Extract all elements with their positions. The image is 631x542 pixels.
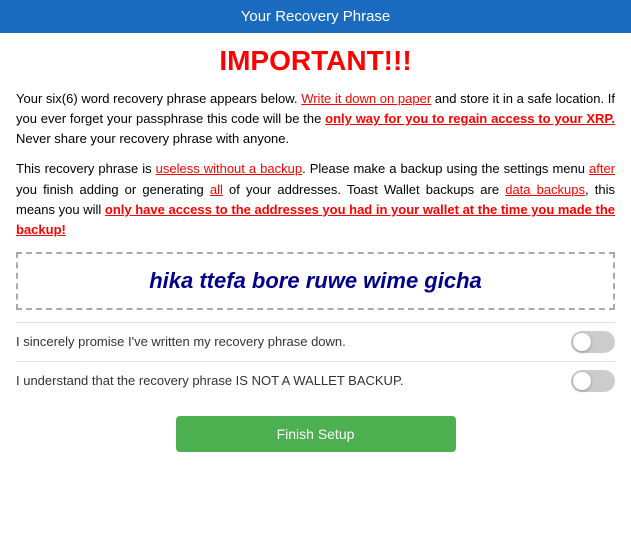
toggle2-switch[interactable]: [571, 370, 615, 392]
para1-text1: Your six(6) word recovery phrase appears…: [16, 91, 301, 106]
finish-button-wrap: Finish Setup: [16, 416, 615, 452]
para2-link2: after: [589, 161, 615, 176]
para2-text2: . Please make a backup using the setting…: [302, 161, 589, 176]
para2-link3: all: [210, 182, 223, 197]
para1-link2: only way for you to regain access to you…: [325, 111, 615, 126]
para2-link5: only have access to the addresses you ha…: [16, 202, 615, 237]
para2-text1: This recovery phrase is: [16, 161, 156, 176]
para2-text4: of your addresses. Toast Wallet backups …: [223, 182, 505, 197]
toggle1-switch[interactable]: [571, 331, 615, 353]
para2-link1: useless without a backup: [156, 161, 302, 176]
important-title: IMPORTANT!!!: [16, 45, 615, 77]
header-title: Your Recovery Phrase: [241, 8, 391, 25]
para1-link1: Write it down on paper: [301, 91, 431, 106]
toggle1-label: I sincerely promise I've written my reco…: [16, 334, 561, 349]
paragraph-1: Your six(6) word recovery phrase appears…: [16, 89, 615, 149]
recovery-phrase-box: hika ttefa bore ruwe wime gicha: [16, 252, 615, 310]
paragraph-2: This recovery phrase is useless without …: [16, 159, 615, 240]
para2-text3: you finish adding or generating: [16, 182, 210, 197]
para2-link4: data backups: [505, 182, 585, 197]
toggle2-label: I understand that the recovery phrase IS…: [16, 373, 561, 388]
toggle-row-1: I sincerely promise I've written my reco…: [16, 322, 615, 361]
header: Your Recovery Phrase: [0, 0, 631, 33]
finish-setup-button[interactable]: Finish Setup: [176, 416, 456, 452]
toggle-row-2: I understand that the recovery phrase IS…: [16, 361, 615, 400]
para1-text3: Never share your recovery phrase with an…: [16, 131, 289, 146]
recovery-phrase-text: hika ttefa bore ruwe wime gicha: [149, 268, 482, 293]
